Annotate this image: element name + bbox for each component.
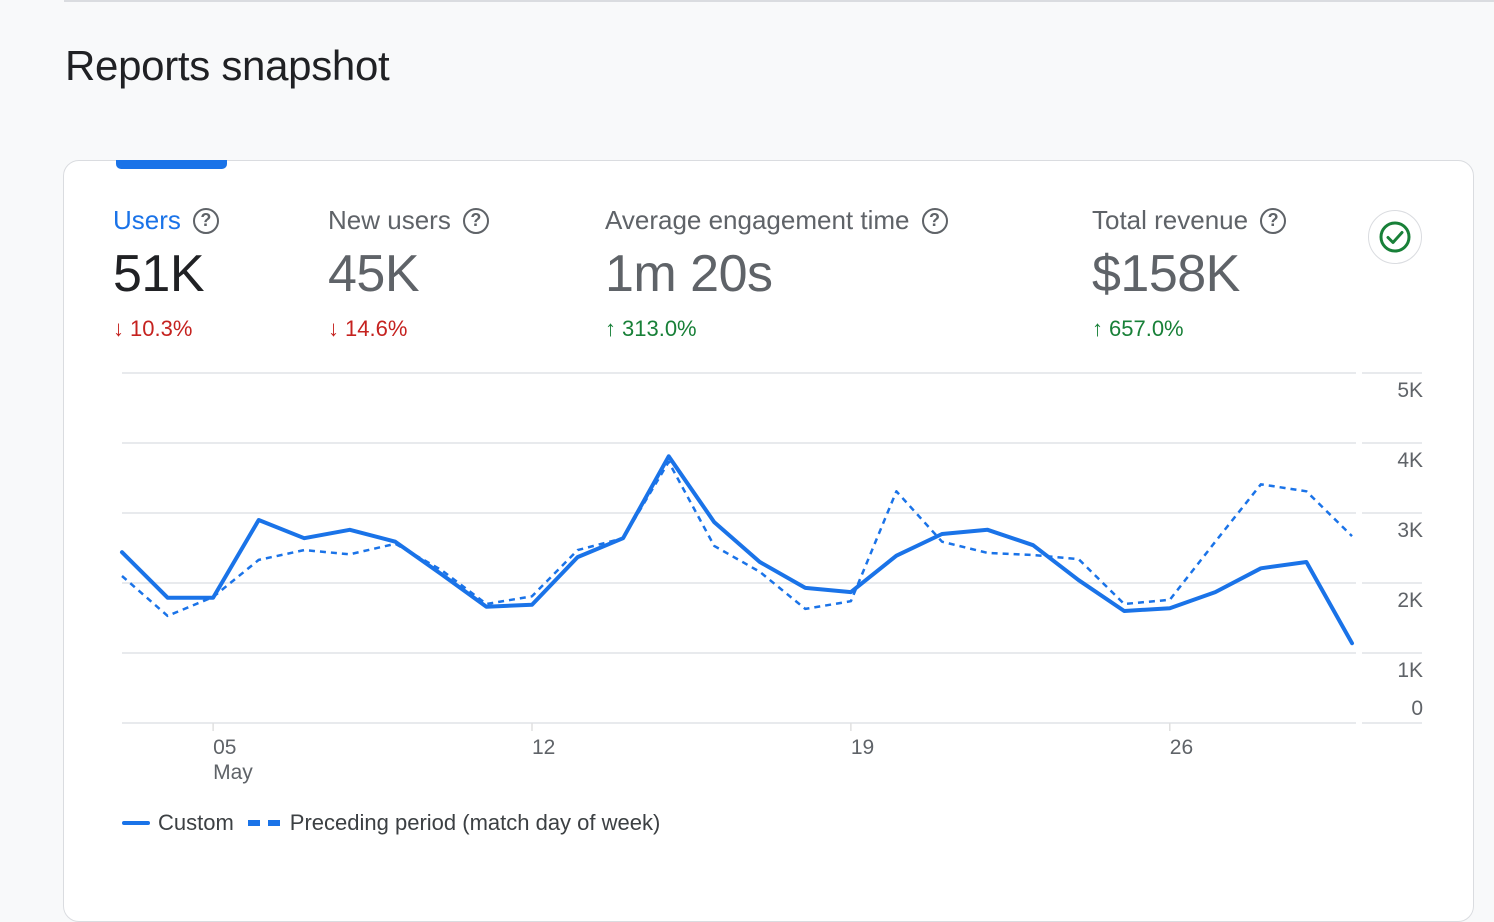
- arrow-up-icon: ↑: [1092, 316, 1103, 341]
- delta-value: 14.6%: [345, 316, 408, 341]
- metric-label: New users: [328, 205, 451, 235]
- legend-label: Preceding period (match day of week): [289, 810, 661, 835]
- metric-value: 1m 20s: [605, 245, 773, 303]
- metric-value: 45K: [328, 245, 420, 303]
- solid-line-swatch: [122, 821, 150, 825]
- metric-label: Users: [113, 205, 181, 235]
- metric-delta: ↑ 657.0%: [1092, 316, 1286, 342]
- delta-value: 10.3%: [130, 316, 193, 341]
- metric-value: $158K: [1092, 245, 1240, 303]
- check-circle-icon: [1379, 221, 1411, 253]
- help-icon[interactable]: ?: [462, 207, 489, 234]
- metric-delta: ↓ 10.3%: [113, 316, 219, 342]
- arrow-down-icon: ↓: [113, 316, 124, 341]
- data-quality-status-button[interactable]: [1368, 210, 1422, 264]
- help-icon[interactable]: ?: [1260, 207, 1287, 234]
- metric-tab-total-revenue[interactable]: Total revenue? $158K ↑ 657.0%: [1092, 205, 1287, 342]
- help-icon[interactable]: ?: [192, 207, 219, 234]
- legend-label: Custom: [158, 810, 234, 835]
- metric-label: Average engagement time: [605, 205, 910, 235]
- metric-tab-new-users[interactable]: New users? 45K ↓ 14.6%: [328, 205, 489, 342]
- top-divider: [64, 0, 1494, 2]
- metric-tab-avg-engagement-time[interactable]: Average engagement time? 1m 20s ↑ 313.0%: [605, 205, 948, 342]
- legend-item-custom[interactable]: Custom: [122, 810, 234, 836]
- dashed-line-swatch: [247, 820, 282, 826]
- delta-value: 313.0%: [622, 316, 697, 341]
- page-title: Reports snapshot: [65, 42, 390, 89]
- help-icon[interactable]: ?: [921, 207, 948, 234]
- metric-delta: ↓ 14.6%: [328, 316, 489, 342]
- legend-item-preceding[interactable]: Preceding period (match day of week): [247, 810, 661, 836]
- arrow-down-icon: ↓: [328, 316, 339, 341]
- metric-delta: ↑ 313.0%: [605, 316, 948, 342]
- delta-value: 657.0%: [1109, 316, 1184, 341]
- metric-tab-users[interactable]: Users? 51K ↓ 10.3%: [113, 205, 219, 342]
- arrow-up-icon: ↑: [605, 316, 616, 341]
- metric-label: Total revenue: [1092, 205, 1249, 235]
- active-tab-indicator: [116, 160, 227, 169]
- metric-value: 51K: [113, 245, 205, 303]
- chart-legend: Custom Preceding period (match day of we…: [122, 810, 660, 836]
